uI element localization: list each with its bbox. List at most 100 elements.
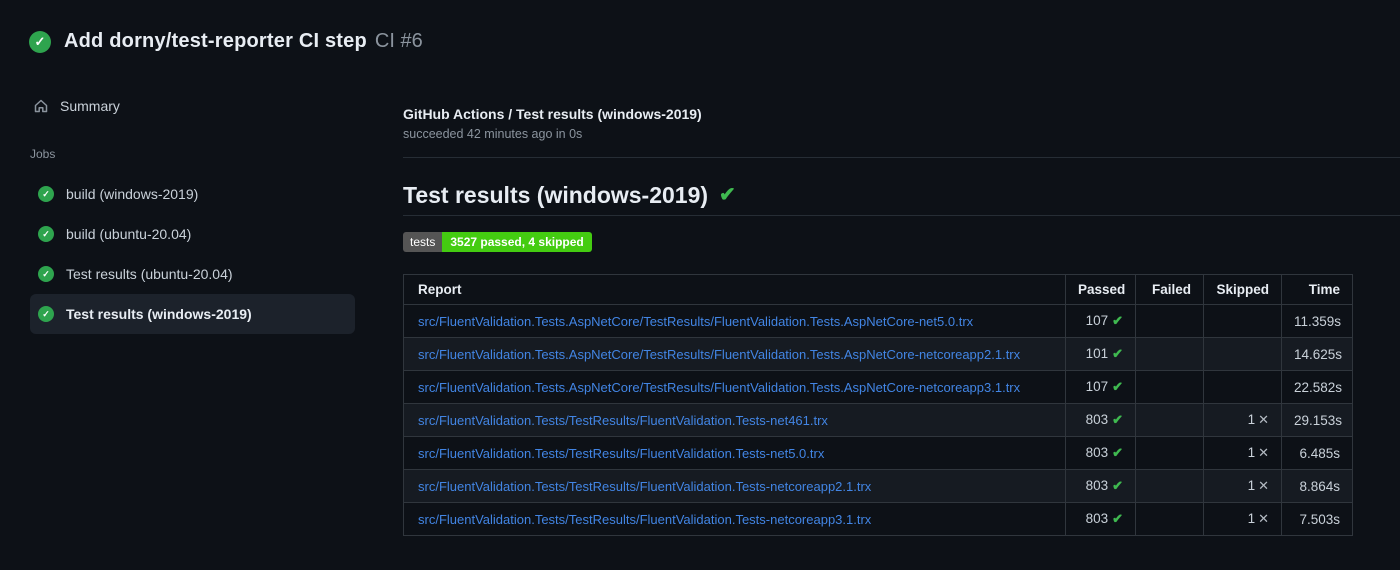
table-body: src/FluentValidation.Tests.AspNetCore/Te…	[403, 304, 1353, 536]
workflow-run-title: Add dorny/test-reporter CI step	[64, 30, 367, 52]
skipped-x-icon: ✕	[1258, 511, 1269, 526]
report-link[interactable]: src/FluentValidation.Tests.AspNetCore/Te…	[418, 314, 973, 329]
sidebar-job-item[interactable]: ✓ Test results (ubuntu-20.04)	[30, 254, 355, 294]
tests-badge-value: 3527 passed, 4 skipped	[442, 232, 592, 252]
skipped-x-icon: ✕	[1258, 445, 1269, 460]
test-results-table: Report Passed Failed Skipped Time src/Fl…	[403, 274, 1353, 536]
skipped-count: 1	[1247, 412, 1256, 427]
sidebar-summary-label: Summary	[60, 98, 120, 114]
report-link[interactable]: src/FluentValidation.Tests/TestResults/F…	[418, 446, 824, 461]
home-icon	[33, 98, 49, 114]
check-run-header: GitHub Actions / Test results (windows-2…	[403, 91, 1400, 158]
check-run-content: GitHub Actions / Test results (windows-2…	[403, 91, 1400, 536]
table-row: src/FluentValidation.Tests.AspNetCore/Te…	[403, 337, 1353, 371]
skipped-cell: 1 ✕	[1203, 469, 1282, 503]
passed-count: 803	[1085, 478, 1109, 493]
table-row: src/FluentValidation.Tests/TestResults/F…	[403, 403, 1353, 437]
job-label: Test results (ubuntu-20.04)	[66, 266, 233, 282]
sidebar-job-item[interactable]: ✓ Test results (windows-2019)	[30, 294, 355, 334]
report-cell: src/FluentValidation.Tests/TestResults/F…	[403, 469, 1066, 503]
failed-cell	[1135, 370, 1204, 404]
report-cell: src/FluentValidation.Tests/TestResults/F…	[403, 502, 1066, 536]
report-link[interactable]: src/FluentValidation.Tests/TestResults/F…	[418, 413, 828, 428]
report-cell: src/FluentValidation.Tests/TestResults/F…	[403, 436, 1066, 470]
passed-count: 803	[1085, 445, 1109, 460]
passed-count: 107	[1085, 379, 1109, 394]
check-run-title: GitHub Actions / Test results (windows-2…	[403, 106, 702, 122]
time-cell: 6.485s	[1281, 436, 1353, 470]
passed-check-icon: ✔	[1112, 346, 1123, 361]
passed-check-icon: ✔	[1112, 313, 1123, 328]
report-link[interactable]: src/FluentValidation.Tests.AspNetCore/Te…	[418, 380, 1020, 395]
passed-count: 107	[1085, 313, 1109, 328]
skipped-cell	[1203, 337, 1282, 371]
report-cell: src/FluentValidation.Tests/TestResults/F…	[403, 403, 1066, 437]
section-success-check-icon: ✔	[719, 184, 736, 206]
column-header-passed: Passed	[1065, 274, 1136, 305]
skipped-count: 1	[1247, 445, 1256, 460]
report-link[interactable]: src/FluentValidation.Tests.AspNetCore/Te…	[418, 347, 1020, 362]
column-header-report: Report	[403, 274, 1066, 305]
time-cell: 7.503s	[1281, 502, 1353, 536]
sidebar-job-item[interactable]: ✓ build (windows-2019)	[30, 174, 355, 214]
run-success-icon: ✓	[29, 30, 51, 53]
column-header-failed: Failed	[1135, 274, 1204, 305]
failed-cell	[1135, 469, 1204, 503]
time-cell: 11.359s	[1281, 304, 1353, 338]
report-cell: src/FluentValidation.Tests.AspNetCore/Te…	[403, 370, 1066, 404]
run-number: CI #6	[374, 30, 423, 52]
job-label: Test results (windows-2019)	[66, 306, 252, 322]
jobs-sidebar: Summary Jobs ✓ build (windows-2019) ✓ build…	[0, 91, 403, 334]
table-row: src/FluentValidation.Tests/TestResults/F…	[403, 469, 1353, 503]
column-header-time: Time	[1281, 274, 1353, 305]
job-success-icon: ✓	[38, 186, 54, 202]
skipped-x-icon: ✕	[1258, 478, 1269, 493]
report-cell: src/FluentValidation.Tests.AspNetCore/Te…	[403, 304, 1066, 338]
sidebar-item-summary[interactable]: Summary	[30, 91, 355, 121]
section-divider	[403, 215, 1400, 216]
passed-check-icon: ✔	[1112, 445, 1123, 460]
report-cell: src/FluentValidation.Tests.AspNetCore/Te…	[403, 337, 1066, 371]
skipped-count: 1	[1247, 478, 1256, 493]
passed-cell: 803 ✔	[1065, 502, 1136, 536]
column-header-skipped: Skipped	[1203, 274, 1282, 305]
passed-check-icon: ✔	[1112, 478, 1123, 493]
time-cell: 8.864s	[1281, 469, 1353, 503]
skipped-x-icon: ✕	[1258, 412, 1269, 427]
skipped-cell	[1203, 370, 1282, 404]
workflow-run-header: ✓ Add dorny/test-reporter CI step CI #6	[0, 0, 1400, 53]
job-success-icon: ✓	[38, 266, 54, 282]
sidebar-job-item[interactable]: ✓ build (ubuntu-20.04)	[30, 214, 355, 254]
passed-check-icon: ✔	[1112, 511, 1123, 526]
section-title-text: Test results (windows-2019)	[403, 182, 709, 208]
failed-cell	[1135, 502, 1204, 536]
passed-check-icon: ✔	[1112, 412, 1123, 427]
skipped-cell	[1203, 304, 1282, 338]
time-cell: 29.153s	[1281, 403, 1353, 437]
table-row: src/FluentValidation.Tests.AspNetCore/Te…	[403, 370, 1353, 404]
table-row: src/FluentValidation.Tests/TestResults/F…	[403, 502, 1353, 536]
report-link[interactable]: src/FluentValidation.Tests/TestResults/F…	[418, 512, 871, 527]
section-title: Test results (windows-2019) ✔	[403, 180, 1400, 210]
time-cell: 14.625s	[1281, 337, 1353, 371]
passed-check-icon: ✔	[1112, 379, 1123, 394]
jobs-list: ✓ build (windows-2019) ✓ build (ubuntu-20.0…	[30, 174, 355, 334]
tests-badge-label: tests	[403, 232, 443, 252]
table-header-row: Report Passed Failed Skipped Time	[403, 274, 1353, 305]
report-link[interactable]: src/FluentValidation.Tests/TestResults/F…	[418, 479, 871, 494]
passed-cell: 803 ✔	[1065, 403, 1136, 437]
failed-cell	[1135, 403, 1204, 437]
passed-cell: 803 ✔	[1065, 436, 1136, 470]
passed-cell: 101 ✔	[1065, 337, 1136, 371]
passed-cell: 803 ✔	[1065, 469, 1136, 503]
passed-cell: 107 ✔	[1065, 370, 1136, 404]
job-label: build (ubuntu-20.04)	[66, 226, 192, 242]
tests-badge: tests 3527 passed, 4 skipped	[403, 232, 592, 252]
table-row: src/FluentValidation.Tests/TestResults/F…	[403, 436, 1353, 470]
failed-cell	[1135, 436, 1204, 470]
passed-count: 803	[1085, 412, 1109, 427]
passed-count: 803	[1085, 511, 1109, 526]
job-success-icon: ✓	[38, 306, 54, 322]
job-success-icon: ✓	[38, 226, 54, 242]
skipped-cell: 1 ✕	[1203, 502, 1282, 536]
